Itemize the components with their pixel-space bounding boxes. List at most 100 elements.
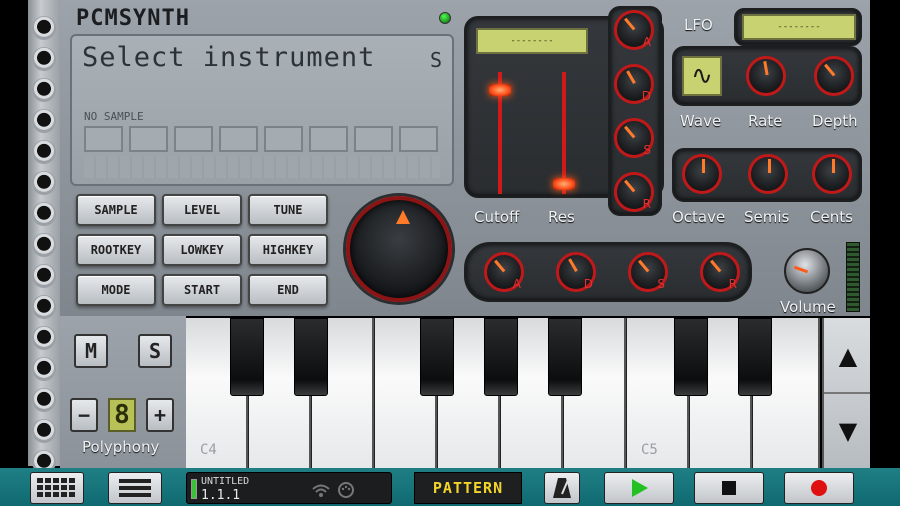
semis-label: Semis <box>744 208 790 226</box>
black-key[interactable] <box>294 318 328 396</box>
play-button[interactable] <box>604 472 674 504</box>
lfo-display: -------- <box>742 14 856 40</box>
spiral-ring <box>32 171 56 195</box>
stop-button[interactable] <box>694 472 764 504</box>
sample-slot[interactable] <box>399 126 438 152</box>
instrument-display[interactable]: Select instrument S NO SAMPLE <box>70 34 454 186</box>
lowkey-button[interactable]: LOWKEY <box>162 234 242 266</box>
brand-title: PCMSYNTH <box>76 6 190 31</box>
screen-edge <box>870 0 900 506</box>
res-label: Res <box>548 208 575 226</box>
cents-knob[interactable] <box>812 154 852 194</box>
semis-knob[interactable] <box>748 154 788 194</box>
polyphony-plus-button[interactable]: + <box>146 398 174 432</box>
grid-icon <box>37 478 75 497</box>
grid-view-button[interactable] <box>30 472 84 504</box>
black-key[interactable] <box>738 318 772 396</box>
highkey-button[interactable]: HIGHKEY <box>248 234 328 266</box>
midi-icon <box>338 482 354 498</box>
spiral-ring <box>32 419 56 443</box>
sample-slot[interactable] <box>309 126 348 152</box>
filter-decay-knob[interactable]: D <box>614 64 654 104</box>
mute-button[interactable]: M <box>74 334 108 368</box>
amp-attack-knob[interactable]: A <box>484 252 524 292</box>
metronome-button[interactable] <box>544 472 580 504</box>
volume-label: Volume <box>780 298 836 316</box>
sample-slot[interactable] <box>219 126 258 152</box>
filter-sustain-knob[interactable]: S <box>614 118 654 158</box>
cutoff-label: Cutoff <box>474 208 520 226</box>
black-key[interactable] <box>420 318 454 396</box>
octave-down-button[interactable]: ▼ <box>824 394 872 468</box>
tune-button[interactable]: TUNE <box>248 194 328 226</box>
spiral-ring <box>32 326 56 350</box>
amp-sustain-knob[interactable]: S <box>628 252 668 292</box>
dial-pointer-icon <box>396 210 410 224</box>
sample-slots <box>84 126 438 152</box>
spiral-ring <box>32 16 56 40</box>
solo-indicator: S <box>429 48 442 72</box>
spiral-ring <box>32 47 56 71</box>
mode-button[interactable]: MODE <box>76 274 156 306</box>
black-key[interactable] <box>548 318 582 396</box>
key-range-grid <box>84 156 440 178</box>
black-key[interactable] <box>674 318 708 396</box>
song-info-display[interactable]: UNTITLED 1.1.1 <box>186 472 392 504</box>
sample-slot[interactable] <box>129 126 168 152</box>
spiral-binding <box>28 0 60 474</box>
pattern-button[interactable]: PATTERN <box>414 472 522 504</box>
hamburger-menu-icon <box>119 479 151 497</box>
lfo-depth-knob[interactable] <box>814 56 854 96</box>
pcmsynth-app: PCMSYNTH Select instrument S NO SAMPLE S… <box>0 0 900 506</box>
bottom-toolbar: UNTITLED 1.1.1 PATTERN <box>0 468 900 506</box>
volume-meter <box>846 242 860 312</box>
end-button[interactable]: END <box>248 274 328 306</box>
black-key[interactable] <box>230 318 264 396</box>
record-icon <box>811 480 827 496</box>
spiral-ring <box>32 109 56 133</box>
filter-attack-knob[interactable]: A <box>614 10 654 50</box>
octave-up-button[interactable]: ▲ <box>824 320 872 394</box>
sample-button[interactable]: SAMPLE <box>76 194 156 226</box>
depth-label: Depth <box>812 112 858 130</box>
sample-slot[interactable] <box>84 126 123 152</box>
sample-slot[interactable] <box>264 126 303 152</box>
amp-decay-knob[interactable]: D <box>556 252 596 292</box>
power-led <box>439 12 451 24</box>
start-button[interactable]: START <box>162 274 242 306</box>
polyphony-minus-button[interactable]: − <box>70 398 98 432</box>
keyboard-control-panel: M S − 8 + Polyphony <box>60 316 186 468</box>
black-key[interactable] <box>484 318 518 396</box>
amp-release-knob[interactable]: R <box>700 252 740 292</box>
song-title: UNTITLED <box>201 476 250 487</box>
sine-wave-icon[interactable]: ∿ <box>682 56 722 96</box>
menu-button[interactable] <box>108 472 162 504</box>
wave-label: Wave <box>680 112 722 130</box>
volume-knob[interactable] <box>784 248 830 294</box>
spiral-ring <box>32 140 56 164</box>
sample-slot[interactable] <box>354 126 393 152</box>
res-fader-handle[interactable] <box>553 178 575 191</box>
solo-button[interactable]: S <box>138 334 172 368</box>
wifi-icon <box>312 484 330 497</box>
value-dial-knob[interactable] <box>346 196 452 302</box>
sample-slot[interactable] <box>174 126 213 152</box>
cutoff-fader-handle[interactable] <box>489 84 511 97</box>
song-position: 1.1.1 <box>201 488 241 503</box>
level-button[interactable]: LEVEL <box>162 194 242 226</box>
spiral-ring <box>32 264 56 288</box>
record-button[interactable] <box>784 472 854 504</box>
play-icon <box>632 479 648 497</box>
double-chevron-down-icon: ▼ <box>838 417 858 445</box>
spiral-ring <box>32 202 56 226</box>
spiral-ring <box>32 357 56 381</box>
filter-release-knob[interactable]: R <box>614 172 654 212</box>
lfo-label: LFO <box>684 16 713 34</box>
spiral-ring <box>32 233 56 257</box>
octave-knob[interactable] <box>682 154 722 194</box>
no-sample-label: NO SAMPLE <box>84 110 144 123</box>
rate-label: Rate <box>748 112 783 130</box>
lfo-rate-knob[interactable] <box>746 56 786 96</box>
rootkey-button[interactable]: ROOTKEY <box>76 234 156 266</box>
double-chevron-up-icon: ▲ <box>838 342 858 370</box>
